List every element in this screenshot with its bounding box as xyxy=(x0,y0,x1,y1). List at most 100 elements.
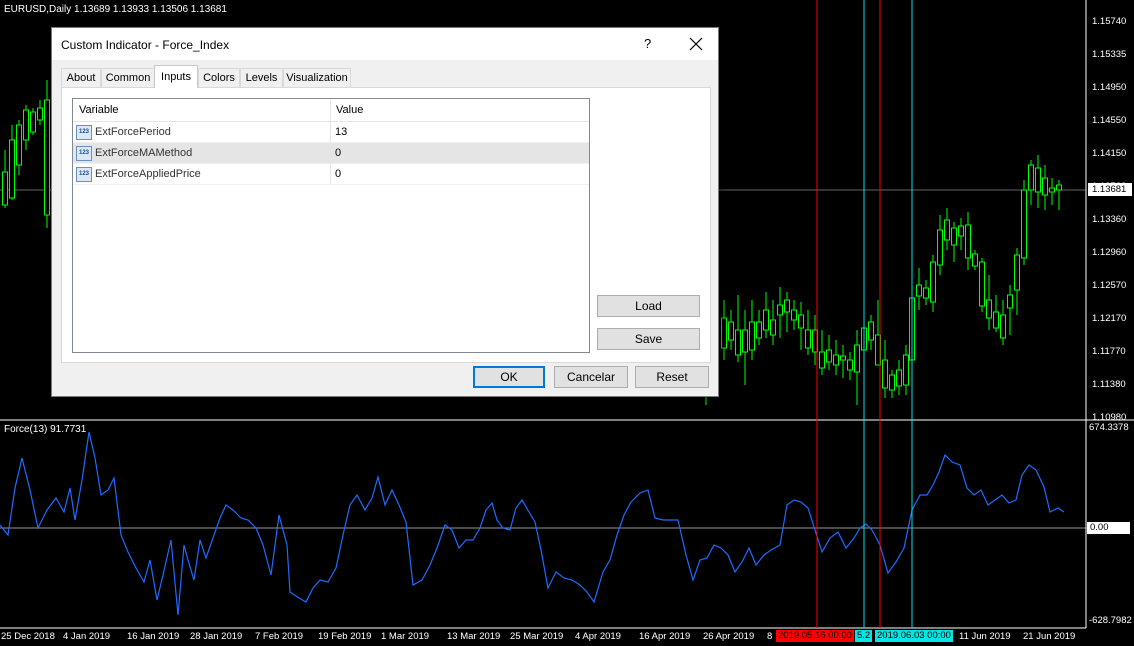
save-button[interactable]: Save xyxy=(597,328,700,350)
custom-indicator-dialog: Custom Indicator - Force_Index ? About C… xyxy=(51,27,719,397)
date-marker-tag: 2019.05.16 00:00 xyxy=(776,630,854,642)
integer-icon: 123 xyxy=(76,146,92,161)
candle-body xyxy=(847,359,853,371)
date-tick-label: 25 Dec 2018 xyxy=(1,631,55,642)
candle-body xyxy=(1035,167,1041,193)
column-header-variable[interactable]: Variable xyxy=(79,104,119,116)
candle-body xyxy=(1056,184,1062,191)
date-tick-label: 16 Jan 2019 xyxy=(127,631,180,642)
candle-body xyxy=(840,355,846,361)
candle-body xyxy=(1014,254,1020,291)
dialog-titlebar[interactable]: Custom Indicator - Force_Index ? xyxy=(52,28,718,60)
date-tick-label: 11 Jun 2019 xyxy=(959,631,1011,642)
cancel-button[interactable]: Cancelar xyxy=(554,366,628,388)
candle-body xyxy=(868,321,874,341)
candle-body xyxy=(1000,314,1006,339)
date-tick-label: 4 Jan 2019 xyxy=(63,631,111,642)
table-row[interactable]: 123 ExtForceMAMethod 0 xyxy=(73,143,589,164)
current-price-label: 1.13681 xyxy=(1088,183,1132,196)
tab-about[interactable]: About xyxy=(61,68,101,88)
ok-button[interactable]: OK xyxy=(473,366,545,388)
date-tick-label: 25 Mar 2019 xyxy=(510,631,564,642)
variable-value[interactable]: 13 xyxy=(335,126,347,138)
date-tick-label: 7 Feb 2019 xyxy=(255,631,304,642)
variable-value[interactable]: 0 xyxy=(335,147,341,159)
candle-body xyxy=(882,359,888,389)
candle-body xyxy=(777,304,783,316)
candle-body xyxy=(944,219,950,241)
integer-icon: 123 xyxy=(76,167,92,182)
price-tick-label: 1.12170 xyxy=(1092,313,1127,324)
price-tick-label: 1.14550 xyxy=(1092,115,1127,126)
candle-body xyxy=(1007,294,1013,309)
candle-body xyxy=(889,374,895,391)
price-tick-label: 1.11770 xyxy=(1092,346,1126,357)
candle-body xyxy=(854,344,860,373)
candle-body xyxy=(979,261,985,307)
price-tick-label: 1.15740 xyxy=(1092,16,1127,27)
indicator-info: Force(13) 91.7731 xyxy=(4,424,87,435)
tab-common[interactable]: Common xyxy=(101,68,155,88)
candle-body xyxy=(791,309,797,321)
date-tick-label: 8 xyxy=(767,631,773,642)
candle-body xyxy=(993,311,999,329)
price-tick-label: 1.13360 xyxy=(1092,214,1127,225)
indicator-scale-top: 674.3378 xyxy=(1089,422,1129,433)
candle-body xyxy=(763,309,769,331)
inputs-panel: Variable Value 123 ExtForcePeriod 13 123… xyxy=(61,87,711,363)
candle-body xyxy=(805,329,811,349)
reset-button[interactable]: Reset xyxy=(635,366,709,388)
vertical-lines xyxy=(816,0,913,628)
candle-body xyxy=(1042,177,1048,196)
price-tick-label: 1.15335 xyxy=(1092,49,1127,60)
candle-body xyxy=(951,227,957,246)
price-tick-label: 1.12960 xyxy=(1092,247,1127,258)
candle-body xyxy=(1028,164,1034,191)
date-tick-label: 13 Mar 2019 xyxy=(447,631,501,642)
close-icon[interactable] xyxy=(686,34,706,54)
candle-body xyxy=(937,229,943,266)
tab-inputs[interactable]: Inputs xyxy=(154,65,198,88)
candle-body xyxy=(9,139,15,199)
column-header-value[interactable]: Value xyxy=(336,104,363,116)
table-row[interactable]: 123 ExtForceAppliedPrice 0 xyxy=(73,164,589,185)
variable-name: ExtForceMAMethod xyxy=(95,147,193,159)
tab-colors[interactable]: Colors xyxy=(198,68,240,88)
candle-body xyxy=(784,299,790,313)
candle-body xyxy=(916,284,922,297)
dialog-title: Custom Indicator - Force_Index xyxy=(61,38,230,52)
candle-body xyxy=(721,317,727,349)
candle-body xyxy=(972,253,978,267)
candle-body xyxy=(923,287,929,299)
candle-body xyxy=(756,321,762,339)
price-tick-label: 1.12570 xyxy=(1092,280,1127,291)
candle-body xyxy=(742,329,748,353)
candle-body xyxy=(44,99,50,216)
candle-body xyxy=(37,107,43,121)
symbol-info: EURUSD,Daily 1.13689 1.13933 1.13506 1.1… xyxy=(4,4,227,15)
candle-body xyxy=(1021,189,1027,259)
tab-levels[interactable]: Levels xyxy=(240,68,283,88)
date-marker-tag: 2019.06.03 00:00 xyxy=(875,630,953,642)
table-row[interactable]: 123 ExtForcePeriod 13 xyxy=(73,122,589,143)
help-button[interactable]: ? xyxy=(644,36,651,51)
integer-icon: 123 xyxy=(76,125,92,140)
date-tick-label: 16 Apr 2019 xyxy=(639,631,691,642)
date-tick-label: 19 Feb 2019 xyxy=(318,631,372,642)
candle-body xyxy=(2,171,8,206)
date-tick-label: 4 Apr 2019 xyxy=(575,631,621,642)
load-button[interactable]: Load xyxy=(597,295,700,317)
variable-name: ExtForcePeriod xyxy=(95,126,171,138)
variable-value[interactable]: 0 xyxy=(335,168,341,180)
variable-name: ExtForceAppliedPrice xyxy=(95,168,201,180)
date-tick-label: 26 Apr 2019 xyxy=(703,631,755,642)
candle-body xyxy=(826,349,832,363)
date-marker-tag: 5.2 xyxy=(855,630,873,642)
tab-visualization[interactable]: Visualization xyxy=(283,68,351,88)
candle-body xyxy=(16,124,22,166)
price-tick-label: 1.14950 xyxy=(1092,82,1127,93)
candle-body xyxy=(23,109,29,141)
table-header: Variable Value xyxy=(73,99,589,122)
candle-body xyxy=(30,111,36,133)
candle-body xyxy=(735,329,741,356)
